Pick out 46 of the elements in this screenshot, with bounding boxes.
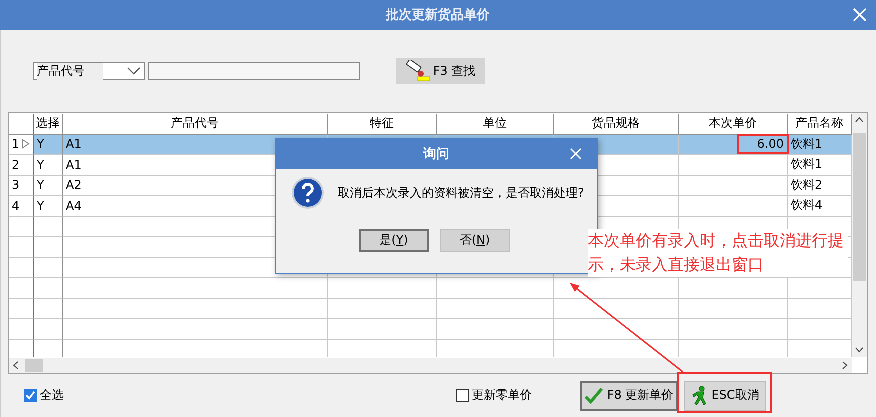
flashlight-icon <box>405 60 432 82</box>
checkmark-icon <box>584 386 604 404</box>
search-field[interactable] <box>148 62 360 80</box>
empty-cell <box>34 216 63 237</box>
empty-cell <box>34 237 63 258</box>
row-number: 3 <box>12 178 20 192</box>
close-icon <box>853 8 867 22</box>
yes-button[interactable]: 是(Y) <box>359 229 429 252</box>
window-title: 批次更新货品单价 <box>386 6 490 24</box>
chevron-down-icon <box>127 66 141 76</box>
empty-cell <box>34 278 63 298</box>
horizontal-scrollbar[interactable] <box>9 358 852 373</box>
close-button[interactable] <box>852 7 868 23</box>
row-header-cell <box>9 278 34 298</box>
field-dropdown[interactable]: 产品代号 <box>33 62 145 80</box>
row-number: 1 <box>12 137 20 152</box>
row-number: 4 <box>12 198 20 213</box>
row-header-cell <box>9 319 34 340</box>
select-all-checkbox[interactable]: 全选 <box>24 387 64 404</box>
row-number: 2 <box>12 158 20 172</box>
table-cell: Y <box>34 196 63 216</box>
running-figure-icon <box>690 386 709 406</box>
close-button[interactable] <box>569 147 583 161</box>
update-button[interactable]: F8 更新单价 <box>580 380 678 410</box>
close-icon <box>570 148 582 160</box>
cancel-button[interactable]: ESC取消 <box>684 380 766 410</box>
dialog-message: 取消后本次录入的资料被清空，是否取消处理? <box>338 184 584 202</box>
update-zero-checkbox[interactable]: 更新零单价 <box>456 387 532 404</box>
find-button[interactable]: F3 查找 <box>396 58 485 84</box>
annotation-text: 本次单价有录入时，点击取消进行提示，未录入直接退出窗口 <box>588 229 848 277</box>
vertical-scrollbar[interactable] <box>852 113 867 357</box>
row-header-cell <box>9 258 34 278</box>
row-header-cell <box>9 237 34 258</box>
row-header-cell <box>9 298 34 319</box>
empty-cell <box>34 298 63 319</box>
table-cell: Y <box>34 134 63 155</box>
scroll-thumb[interactable] <box>25 359 43 372</box>
empty-cell <box>34 319 63 340</box>
checkmark-icon <box>25 390 36 401</box>
empty-cell <box>34 258 63 278</box>
table-cell: 饮料1 <box>788 134 852 155</box>
highlight-frame <box>737 134 789 154</box>
question-icon <box>291 176 325 210</box>
table-cell: Y <box>34 155 63 176</box>
table-cell: Y <box>34 176 63 196</box>
no-button[interactable]: 否(N) <box>440 229 510 252</box>
